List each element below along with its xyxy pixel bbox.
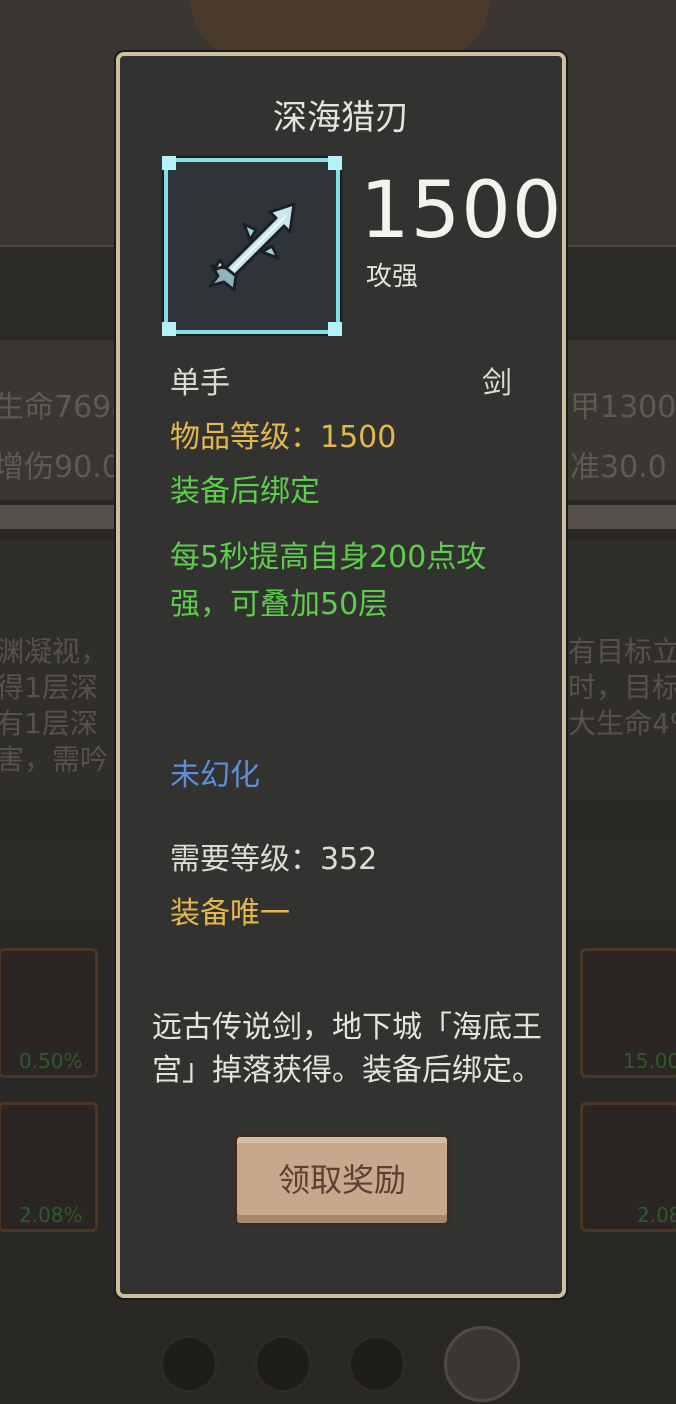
stat-accuracy: 准30.0	[570, 450, 667, 485]
skill-line: 大生命4%	[568, 707, 676, 740]
skill-line: 害，需吟	[0, 743, 109, 776]
hand-type: 单手	[170, 366, 230, 401]
page-dot-active[interactable]	[444, 1326, 520, 1402]
drop-rate: 2.08%	[19, 1203, 83, 1227]
drop-rate: 0.50%	[19, 1049, 83, 1073]
character-portrait	[190, 0, 490, 60]
item-level: 物品等级：1500	[170, 420, 397, 455]
equipment-slot[interactable]: 2.08	[580, 1102, 676, 1232]
weapon-type: 剑	[482, 366, 512, 401]
unique-equip: 装备唯一	[170, 896, 290, 931]
drop-rate: 15.00	[623, 1049, 676, 1073]
bind-on-equip: 装备后绑定	[170, 474, 320, 509]
item-description: 远古传说剑，地下城「海底王宫」掉落获得。装备后绑定。	[152, 1010, 542, 1088]
transmog-status: 未幻化	[170, 758, 260, 793]
stat-armor: 甲1300	[570, 390, 676, 425]
equipment-slot[interactable]: 15.00	[580, 948, 676, 1078]
item-tooltip-popup: 深海猎刃 1500 攻强 单手 剑 物品等级：1500 装备后绑定 每5秒提高自…	[116, 52, 566, 1298]
claim-reward-button[interactable]: 领取奖励	[234, 1134, 450, 1226]
item-effect: 每5秒提高自身200点攻强，可叠加50层	[170, 540, 487, 622]
skill-line: 时，目标	[568, 671, 676, 704]
page-dot[interactable]	[160, 1335, 218, 1393]
attack-power-label: 攻强	[366, 262, 419, 292]
attack-power-value: 1500	[360, 166, 563, 256]
required-level: 需要等级：352	[170, 842, 378, 877]
stat-hp: 生命7698	[0, 390, 131, 425]
page-dot[interactable]	[254, 1335, 312, 1393]
skill-line: 渊凝视，	[0, 635, 109, 668]
item-icon-frame	[162, 156, 342, 336]
skill-line: 得1层深	[0, 671, 98, 704]
skill-line: 有1层深	[0, 707, 98, 740]
stat-damage: 增伤90.0	[0, 450, 121, 485]
equipment-slot[interactable]: 2.08%	[0, 1102, 98, 1232]
page-dot[interactable]	[348, 1335, 406, 1393]
trident-blade-icon	[208, 202, 296, 292]
skill-line: 有目标立	[568, 635, 676, 668]
item-name: 深海猎刃	[273, 98, 409, 138]
equipment-slot[interactable]: 0.50%	[0, 948, 98, 1078]
drop-rate: 2.08	[637, 1203, 676, 1227]
